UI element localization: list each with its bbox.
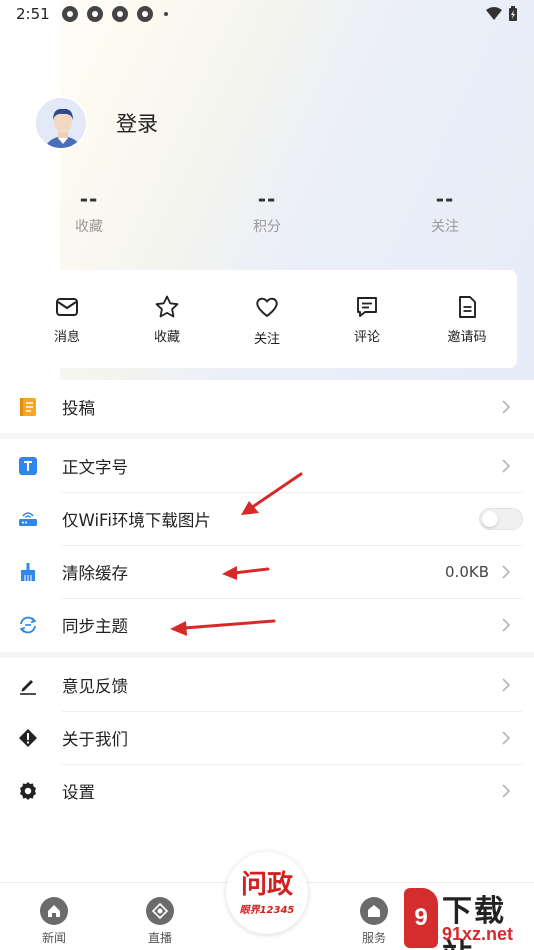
chevron-right-icon bbox=[502, 564, 511, 579]
menu-label: 意见反馈 bbox=[62, 676, 128, 696]
nav-label: 新闻 bbox=[41, 931, 66, 945]
quick-action-messages[interactable]: 消息 bbox=[17, 270, 117, 368]
heart-icon bbox=[256, 297, 278, 317]
menu-label: 同步主题 bbox=[62, 616, 128, 636]
quick-action-label: 收藏 bbox=[153, 330, 180, 345]
document-icon bbox=[459, 296, 476, 318]
comment-icon bbox=[357, 297, 377, 317]
menu-item-settings[interactable]: 设置 bbox=[0, 764, 534, 817]
nav-item-news[interactable]: 新闻 bbox=[24, 897, 84, 946]
quick-action-label: 消息 bbox=[53, 330, 80, 345]
menu-label: 正文字号 bbox=[62, 457, 128, 477]
sync-icon bbox=[18, 615, 38, 635]
wenzheng-button[interactable]: 问政 眼界12345 bbox=[226, 852, 308, 934]
watermark-url: 91xz.net bbox=[442, 924, 514, 944]
chevron-right-icon bbox=[502, 677, 511, 692]
menu-section-support: 意见反馈 关于我们 设置 bbox=[0, 658, 534, 817]
stat-label: 积分 bbox=[253, 219, 281, 235]
mail-icon bbox=[56, 298, 78, 316]
stat-value: -- bbox=[79, 187, 99, 211]
profile-section[interactable]: 登录 bbox=[34, 96, 158, 150]
wenzheng-title: 问政 bbox=[240, 869, 293, 900]
annotation-arrow bbox=[222, 566, 270, 580]
nav-item-service[interactable]: 服务 bbox=[344, 897, 404, 946]
chevron-right-icon bbox=[502, 783, 511, 798]
wifi-router-icon bbox=[18, 509, 38, 529]
battery-icon bbox=[509, 6, 517, 21]
watermark-logo: 9 bbox=[404, 888, 438, 948]
notebook-icon bbox=[18, 397, 38, 417]
home-icon bbox=[40, 897, 68, 925]
menu-item-feedback[interactable]: 意见反馈 bbox=[0, 658, 534, 711]
menu-label: 设置 bbox=[62, 782, 95, 802]
quick-actions-card: 消息 收藏 关注 评论 邀请码 bbox=[17, 270, 517, 368]
gear-icon bbox=[18, 781, 38, 801]
quick-action-invite-code[interactable]: 邀请码 bbox=[417, 270, 517, 368]
live-icon bbox=[146, 897, 174, 925]
quick-action-label: 关注 bbox=[253, 332, 280, 347]
quick-action-label: 邀请码 bbox=[447, 330, 487, 345]
chevron-right-icon bbox=[502, 730, 511, 745]
pencil-icon bbox=[18, 675, 38, 695]
stat-value: -- bbox=[435, 187, 455, 211]
quick-action-follow[interactable]: 关注 bbox=[217, 270, 317, 368]
stat-following[interactable]: -- 关注 bbox=[400, 188, 490, 236]
stat-points[interactable]: -- 积分 bbox=[222, 188, 312, 236]
notification-icon bbox=[136, 6, 153, 22]
avatar[interactable] bbox=[34, 96, 88, 150]
wenzheng-subtitle: 眼界12345 bbox=[239, 904, 295, 916]
nav-item-live[interactable]: 直播 bbox=[130, 897, 190, 946]
menu-section-contribute: 投稿 bbox=[0, 380, 534, 433]
star-icon bbox=[155, 295, 179, 318]
annotation-arrow bbox=[170, 619, 276, 636]
broom-icon bbox=[18, 562, 38, 582]
nav-label: 直播 bbox=[147, 931, 172, 945]
cache-size-value: 0.0KB bbox=[445, 562, 489, 581]
service-icon bbox=[360, 897, 388, 925]
status-bar: 2:51 bbox=[0, 0, 534, 28]
text-size-icon bbox=[18, 456, 38, 476]
chevron-right-icon bbox=[502, 458, 511, 473]
info-diamond-icon bbox=[18, 728, 38, 748]
menu-label: 投稿 bbox=[62, 398, 95, 418]
more-notifications-icon bbox=[163, 12, 168, 16]
stat-label: 关注 bbox=[431, 219, 459, 235]
stat-favorites[interactable]: -- 收藏 bbox=[44, 188, 134, 236]
site-watermark: 9 下载站 91xz.net bbox=[404, 886, 534, 950]
nav-label: 服务 bbox=[361, 931, 386, 945]
chevron-right-icon bbox=[502, 399, 511, 414]
annotation-arrow bbox=[241, 472, 303, 515]
wifi-signal-icon bbox=[486, 7, 502, 20]
quick-action-favorites[interactable]: 收藏 bbox=[117, 270, 217, 368]
stat-value: -- bbox=[257, 187, 277, 211]
menu-label: 仅WiFi环境下载图片 bbox=[62, 510, 211, 530]
menu-label: 关于我们 bbox=[62, 729, 128, 749]
notification-icon bbox=[61, 6, 78, 22]
quick-action-label: 评论 bbox=[353, 330, 380, 345]
notification-icon bbox=[86, 6, 103, 22]
quick-action-comments[interactable]: 评论 bbox=[317, 270, 417, 368]
wifi-images-toggle[interactable] bbox=[479, 507, 523, 530]
chevron-right-icon bbox=[502, 617, 511, 632]
menu-label: 清除缓存 bbox=[62, 563, 128, 583]
notification-icon bbox=[111, 6, 128, 22]
login-link[interactable]: 登录 bbox=[116, 108, 158, 138]
stat-label: 收藏 bbox=[75, 219, 103, 235]
menu-item-contribute[interactable]: 投稿 bbox=[0, 380, 534, 433]
status-time: 2:51 bbox=[16, 5, 50, 23]
menu-item-about[interactable]: 关于我们 bbox=[0, 711, 534, 764]
